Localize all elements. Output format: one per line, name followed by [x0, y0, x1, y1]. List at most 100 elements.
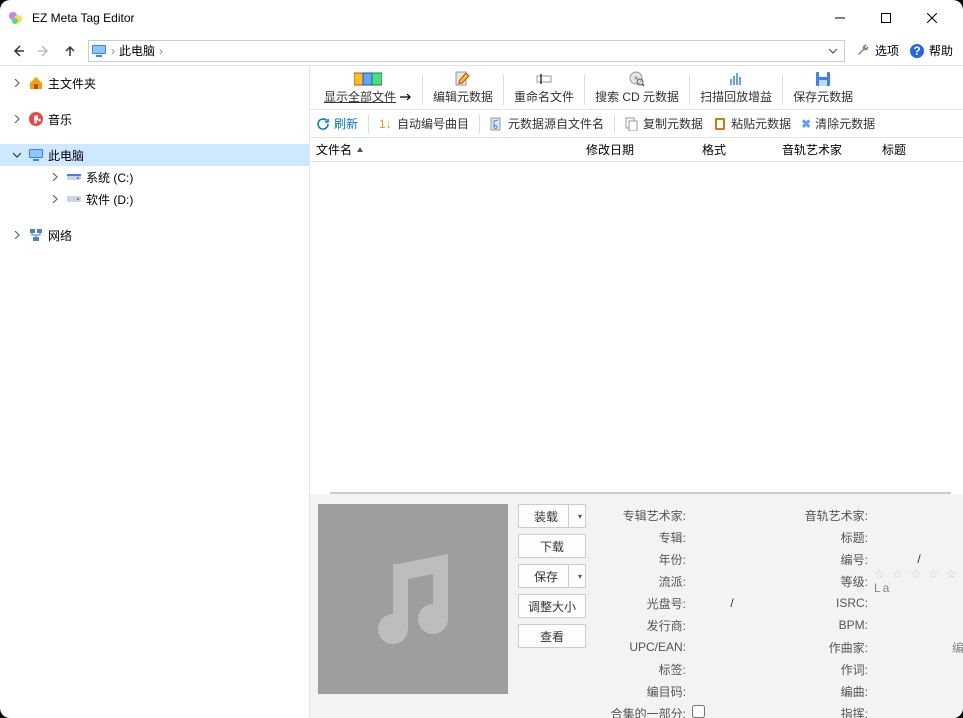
column-filename[interactable]: 文件名	[316, 141, 586, 158]
number-icon: 1↓	[379, 117, 393, 131]
edit-metadata-button[interactable]: 编辑元数据	[425, 66, 501, 105]
tree-item-thispc[interactable]: 此电脑	[0, 144, 309, 166]
label-publisher: 发行商:	[596, 617, 686, 634]
refresh-button[interactable]: 刷新	[316, 115, 358, 132]
value-rating[interactable]: ☆ ☆ ☆ ☆ ☆ La	[874, 567, 963, 595]
chevron-down-icon[interactable]: ▾	[578, 512, 582, 521]
drive-icon	[66, 169, 82, 185]
scan-replaygain-button[interactable]: 扫描回放增益	[692, 66, 780, 105]
maximize-button[interactable]	[863, 2, 909, 34]
copy-metadata-button[interactable]: 复制元数据	[625, 115, 703, 132]
chevron-down-icon[interactable]: ▾	[578, 572, 582, 581]
close-button[interactable]	[909, 2, 955, 34]
options-button[interactable]: 选项	[851, 39, 903, 63]
clear-metadata-button[interactable]: ✖ 清除元数据	[801, 115, 875, 132]
toolbar-divider	[614, 115, 615, 133]
rename-file-button[interactable]: 重命名文件	[506, 66, 582, 105]
chevron-down-icon[interactable]	[10, 148, 24, 162]
tree-item-home[interactable]: 主文件夹	[0, 72, 309, 94]
tree-item-music[interactable]: 音乐	[0, 108, 309, 130]
toolbar-divider	[368, 115, 369, 133]
value-disc[interactable]: /	[692, 596, 772, 610]
network-icon	[28, 227, 44, 243]
column-track-artist[interactable]: 音轨艺术家	[782, 141, 882, 158]
view-art-button[interactable]: 查看	[518, 624, 586, 648]
address-bar[interactable]: › 此电脑 ›	[88, 40, 845, 62]
options-label: 选项	[875, 42, 899, 59]
label-genre: 流派:	[596, 573, 686, 590]
compilation-checkbox[interactable]	[692, 705, 705, 718]
toolbar-divider	[584, 75, 585, 105]
breadcrumb-root[interactable]: 此电脑	[115, 42, 159, 59]
show-all-files-button[interactable]: 显示全部文件	[316, 66, 420, 105]
label-track-artist: 音轨艺术家:	[778, 507, 868, 524]
paste-icon	[713, 117, 727, 131]
main-toolbar: 显示全部文件 编辑元数据 重命名文件 搜索 CD 元数据	[310, 66, 963, 110]
metadata-from-filename-button[interactable]: 元数据源自文件名	[490, 115, 604, 132]
address-dropdown-icon[interactable]	[824, 46, 842, 56]
body: 主文件夹 音乐 此电脑 系统 (C:) 软件 (D:	[0, 66, 963, 718]
help-icon: ?	[909, 43, 925, 59]
label-title: 标题:	[778, 529, 868, 546]
back-button[interactable]	[6, 39, 30, 63]
metadata-grid: 专辑艺术家: 音轨艺术家: 专辑: 标题: 年份: 编号: / 流派: 等级: …	[596, 504, 963, 708]
chevron-right-icon[interactable]	[10, 112, 24, 126]
app-title: EZ Meta Tag Editor	[32, 11, 135, 25]
wrench-icon	[855, 43, 871, 59]
breadcrumb-sep: ›	[159, 44, 163, 58]
download-art-button[interactable]: 下载	[518, 534, 586, 558]
resize-art-button[interactable]: 调整大小	[518, 594, 586, 618]
navbar: › 此电脑 › 选项 ? 帮助	[0, 36, 963, 66]
album-art[interactable]	[318, 504, 508, 694]
music-note-icon	[353, 539, 473, 659]
chevron-right-icon[interactable]	[10, 76, 24, 90]
tree-item-network[interactable]: 网络	[0, 224, 309, 246]
column-title[interactable]: 标题	[882, 141, 932, 158]
help-label: 帮助	[929, 42, 953, 59]
toolbar-divider	[782, 75, 783, 105]
tree-item-drive-c[interactable]: 系统 (C:)	[0, 166, 309, 188]
toolbar-divider	[479, 115, 480, 133]
sort-asc-icon	[356, 146, 364, 154]
help-button[interactable]: ? 帮助	[905, 39, 957, 63]
value-compilation[interactable]	[692, 705, 772, 718]
column-modified[interactable]: 修改日期	[586, 141, 702, 158]
column-format[interactable]: 格式	[702, 141, 782, 158]
label-conductor: 指挥:	[778, 705, 868, 718]
copy-icon	[625, 117, 639, 131]
toolbar-divider	[422, 75, 423, 105]
gain-icon	[728, 70, 744, 88]
load-art-button[interactable]: 装载▾	[518, 504, 586, 528]
files-icon	[354, 70, 382, 88]
app-icon	[8, 10, 24, 26]
chevron-right-icon[interactable]	[10, 228, 24, 242]
drive-icon	[66, 191, 82, 207]
auto-number-button[interactable]: 1↓ 自动编号曲目	[379, 115, 469, 132]
save-art-button[interactable]: 保存▾	[518, 564, 586, 588]
svg-text:1↓: 1↓	[379, 117, 392, 131]
label-album-artist: 专辑艺术家:	[596, 507, 686, 524]
tree-item-drive-d[interactable]: 软件 (D:)	[0, 188, 309, 210]
forward-button[interactable]	[32, 39, 56, 63]
tree-label: 此电脑	[48, 147, 84, 164]
details-pane: 装载▾ 下载 保存▾ 调整大小 查看 专辑艺术家: 音轨艺术家: 专辑: 标题:…	[310, 494, 963, 718]
value-number[interactable]: /	[874, 552, 963, 566]
edit-icon	[455, 70, 471, 88]
up-button[interactable]	[58, 39, 82, 63]
minimize-button[interactable]	[817, 2, 863, 34]
save-metadata-button[interactable]: 保存元数据	[785, 66, 861, 105]
chevron-right-icon[interactable]	[48, 192, 62, 206]
refresh-icon	[316, 117, 330, 131]
rename-icon	[536, 70, 552, 88]
toolbar-divider	[503, 75, 504, 105]
svg-text:?: ?	[913, 44, 920, 58]
paste-metadata-button[interactable]: 粘贴元数据	[713, 115, 791, 132]
value-composer[interactable]: 编	[874, 639, 963, 656]
label-arranger: 编曲:	[778, 683, 868, 700]
secondary-toolbar: 刷新 1↓ 自动编号曲目 元数据源自文件名 复制元数据	[310, 110, 963, 138]
titlebar: EZ Meta Tag Editor	[0, 0, 963, 36]
chevron-right-icon[interactable]	[48, 170, 62, 184]
tree-label: 系统 (C:)	[86, 169, 133, 186]
search-cd-metadata-button[interactable]: 搜索 CD 元数据	[587, 66, 687, 105]
file-list[interactable]	[310, 162, 963, 492]
